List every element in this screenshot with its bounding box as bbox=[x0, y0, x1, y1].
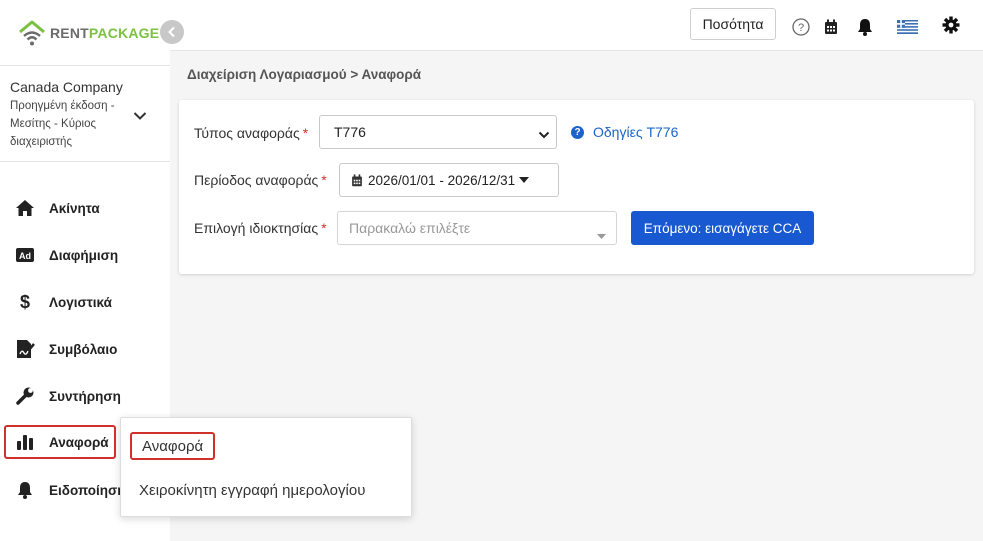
sidebar-item-label: Συμβόλαιο bbox=[49, 341, 118, 357]
report-submenu: Αναφορά Χειροκίνητη εγγραφή ημερολογίου bbox=[120, 417, 412, 517]
bell-icon bbox=[14, 479, 36, 501]
calendar-icon bbox=[351, 173, 363, 187]
submenu-item-report[interactable]: Αναφορά bbox=[130, 432, 216, 460]
property-select-placeholder: Παρακαλώ επιλέξτε bbox=[349, 220, 471, 236]
sidebar-item-label: Ειδοποίηση bbox=[49, 482, 126, 498]
report-period-label-text: Περίοδος αναφοράς bbox=[194, 172, 319, 188]
svg-text:?: ? bbox=[798, 22, 804, 34]
top-bar: Ποσότητα ? bbox=[170, 0, 983, 51]
greek-flag-icon[interactable] bbox=[896, 17, 918, 37]
brand-package: PACKAGE bbox=[88, 25, 160, 41]
company-name: Canada Company bbox=[10, 79, 123, 95]
sidebar-item-label: Διαφήμιση bbox=[49, 247, 119, 263]
gear-icon[interactable] bbox=[941, 15, 961, 35]
svg-text:$: $ bbox=[20, 292, 30, 312]
sidebar-item-advertising[interactable]: Ad Διαφήμιση bbox=[4, 238, 164, 272]
company-switcher[interactable]: Canada Company Προηγμένη έκδοση - Μεσίτη… bbox=[10, 78, 130, 151]
sidebar-collapse-button[interactable] bbox=[160, 20, 184, 44]
contract-signature-icon bbox=[14, 338, 36, 360]
caret-down-icon bbox=[519, 177, 530, 183]
dollar-icon: $ bbox=[14, 291, 36, 313]
property-select[interactable]: Παρακαλώ επιλέξτε bbox=[337, 211, 617, 245]
chevron-down-icon[interactable] bbox=[133, 108, 147, 126]
next-enter-cca-button[interactable]: Επόμενο: εισαγάγετε CCA bbox=[631, 211, 814, 245]
ad-icon: Ad bbox=[14, 244, 36, 266]
logo[interactable]: RENTPACKAGE bbox=[18, 18, 159, 48]
sidebar-divider bbox=[0, 65, 170, 66]
sidebar-item-label: Ακίνητα bbox=[49, 200, 100, 216]
question-circle-icon: ? bbox=[571, 125, 584, 139]
required-mark: * bbox=[321, 220, 327, 236]
sidebar-item-label: Συντήρηση bbox=[49, 388, 121, 404]
bar-chart-icon bbox=[14, 431, 36, 453]
report-type-label: Τύπος αναφοράς * bbox=[194, 125, 308, 141]
report-form-card: Τύπος αναφοράς * T776 ? Οδηγίες T776 Περί… bbox=[179, 100, 974, 274]
property-select-label-text: Επιλογή ιδιοκτησίας bbox=[194, 220, 319, 236]
sidebar-item-label: Λογιστικά bbox=[49, 294, 112, 310]
report-period-value: 2026/01/01 - 2026/12/31 bbox=[368, 172, 516, 188]
sidebar-item-maintenance[interactable]: Συντήρηση bbox=[4, 379, 164, 413]
report-period-label: Περίοδος αναφοράς * bbox=[194, 172, 327, 188]
brand-rent: RENT bbox=[50, 25, 89, 41]
breadcrumb: Διαχείριση Λογαριασμού > Αναφορά bbox=[187, 67, 422, 82]
calendar-icon[interactable] bbox=[821, 17, 841, 37]
t776-guide-label: Οδηγίες T776 bbox=[593, 124, 679, 140]
report-type-select[interactable]: T776 bbox=[319, 115, 557, 149]
wrench-icon bbox=[14, 385, 36, 407]
report-type-label-text: Τύπος αναφοράς bbox=[194, 125, 300, 141]
t776-guide-link[interactable]: ? Οδηγίες T776 bbox=[571, 124, 678, 140]
caret-down-icon bbox=[597, 226, 606, 242]
required-mark: * bbox=[321, 172, 327, 188]
submenu-item-manual-journal-entry[interactable]: Χειροκίνητη εγγραφή ημερολογίου bbox=[130, 476, 374, 504]
home-icon bbox=[14, 197, 36, 219]
sidebar-item-report[interactable]: Αναφορά bbox=[4, 425, 116, 459]
report-period-picker[interactable]: 2026/01/01 - 2026/12/31 bbox=[339, 163, 559, 197]
required-mark: * bbox=[302, 125, 309, 141]
company-plan: Προηγμένη έκδοση - Μεσίτης - Κύριος διαχ… bbox=[10, 100, 115, 148]
sidebar-divider bbox=[0, 161, 170, 162]
bell-icon[interactable] bbox=[855, 17, 875, 37]
svg-text:Ad: Ad bbox=[19, 251, 31, 261]
quantity-button[interactable]: Ποσότητα bbox=[690, 8, 776, 40]
chevron-left-icon bbox=[168, 26, 175, 38]
sidebar-item-properties[interactable]: Ακίνητα bbox=[4, 191, 164, 225]
property-select-label: Επιλογή ιδιοκτησίας * bbox=[194, 220, 327, 236]
sidebar-item-label: Αναφορά bbox=[49, 434, 109, 450]
help-icon[interactable]: ? bbox=[791, 17, 811, 37]
report-type-value: T776 bbox=[334, 124, 366, 140]
sidebar-item-accounting[interactable]: $ Λογιστικά bbox=[4, 285, 164, 319]
chevron-down-icon bbox=[538, 127, 550, 143]
brand-name: RENTPACKAGE bbox=[50, 25, 159, 41]
sidebar-item-contract[interactable]: Συμβόλαιο bbox=[4, 332, 164, 366]
wifi-house-logo-icon bbox=[19, 20, 45, 46]
